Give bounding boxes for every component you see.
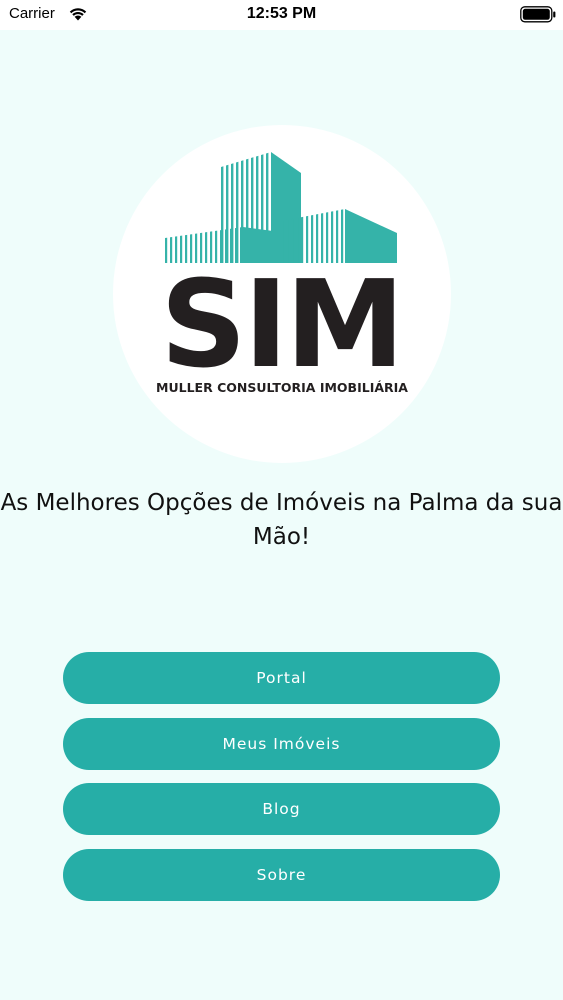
blog-button[interactable]: Blog — [63, 783, 500, 835]
meus-imoveis-button[interactable]: Meus Imóveis — [63, 718, 500, 770]
battery-icon — [520, 6, 556, 23]
portal-button[interactable]: Portal — [63, 652, 500, 704]
logo-wordmark: SIM — [160, 256, 402, 395]
sobre-button[interactable]: Sobre — [63, 849, 500, 901]
status-bar: Carrier 12:53 PM — [0, 0, 563, 30]
clock: 12:53 PM — [246, 5, 317, 22]
logo: SIM MULLER CONSULTORIA IMOBILIÁRIA — [113, 125, 451, 463]
building-logo-icon: SIM — [160, 152, 405, 395]
logo-subtitle: MULLER CONSULTORIA IMOBILIÁRIA — [156, 380, 408, 395]
tagline: As Melhores Opções de Imóveis na Palma d… — [0, 490, 563, 550]
